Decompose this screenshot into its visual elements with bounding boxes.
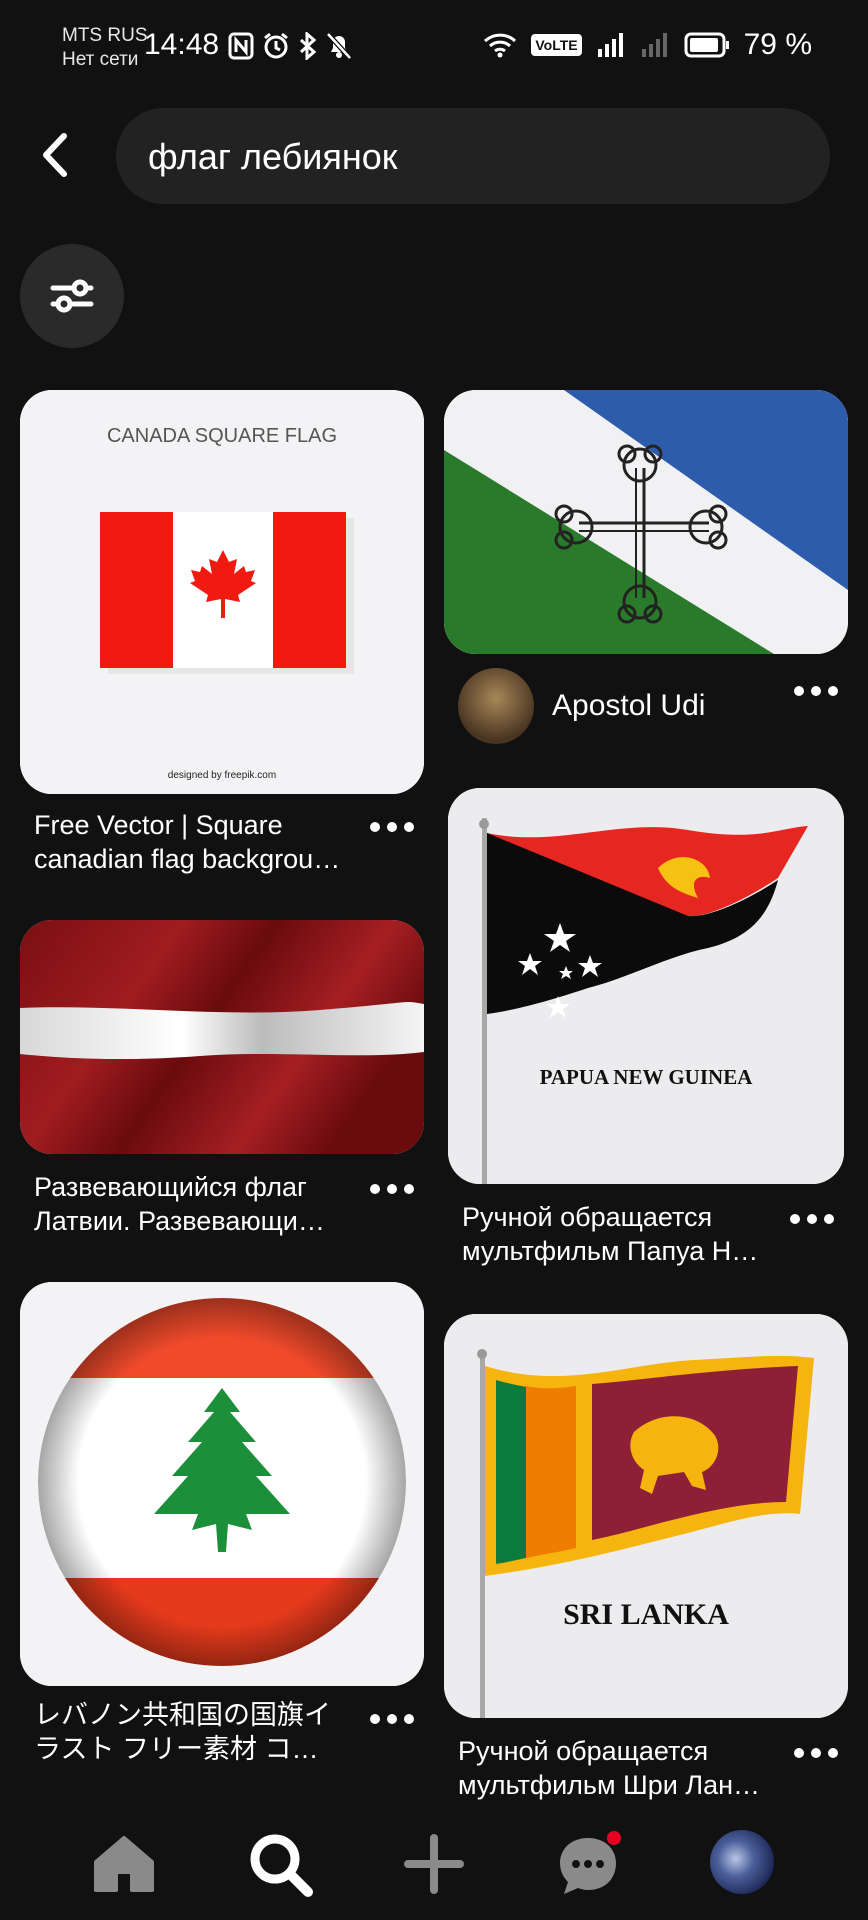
more-options-icon[interactable] [370,1182,414,1196]
search-icon[interactable] [244,1828,316,1900]
more-options-icon[interactable] [794,1746,838,1760]
sliders-icon [50,279,94,313]
more-options-icon[interactable] [790,1212,834,1226]
pin-sri-lanka-flag[interactable]: SRI LANKA [444,1314,848,1718]
pin-image: SRI LANKA [444,1314,848,1718]
more-options-icon[interactable] [370,1712,414,1726]
pin-title[interactable]: Free Vector | Square canadian flag backg… [34,808,374,876]
pin-png-flag[interactable]: PAPUA NEW GUINEA [448,788,844,1184]
battery-icon [684,32,729,58]
back-arrow-icon[interactable] [36,130,76,180]
carrier-name: MTS RUS [62,25,148,46]
home-icon[interactable] [88,1828,160,1900]
search-input[interactable] [146,108,790,206]
image-heading: PAPUA NEW GUINEA [540,1065,754,1089]
image-heading: CANADA SQUARE FLAG [107,425,337,447]
image-credit: designed by freepik.com [168,770,276,781]
pin-image [20,920,424,1154]
notification-dot [607,1831,621,1845]
image-heading: SRI LANKA [563,1598,729,1631]
signal-icon [597,33,623,57]
author-avatar [458,668,534,744]
volte-badge: VoLTE [531,34,582,56]
battery-percent: 79 % [743,28,812,61]
bottom-navigation [0,1808,868,1920]
mute-bell-icon [326,32,352,60]
status-bar: MTS RUS Нет сети 14:48 VoLTE 79 % [0,0,868,100]
status-icons-right: VoLTE 79 % [483,28,812,62]
pin-latvia-flag[interactable] [20,920,424,1154]
filter-button[interactable] [20,244,124,348]
pin-image: CANADA SQUARE FLAG designed by freepik.c… [20,390,424,794]
pin-image [20,1282,424,1686]
messages-icon[interactable] [552,1828,624,1900]
pin-title[interactable]: レバノン共和国の国旗イ ラスト フリー素材 コ… [34,1698,374,1766]
more-options-icon[interactable] [794,684,838,698]
more-options-icon[interactable] [370,820,414,834]
pin-title[interactable]: Ручной обращается мультфильм Шри Лан… [458,1734,798,1802]
author-name: Apostol Udi [552,689,706,722]
pin-lebanon-flag[interactable] [20,1282,424,1686]
status-icons-left [228,32,352,60]
pin-canada-flag[interactable]: CANADA SQUARE FLAG designed by freepik.c… [20,390,424,794]
nfc-icon [228,32,254,60]
pin-title[interactable]: Развевающийся флаг Латвии. Развевающи… [34,1170,374,1238]
pin-image [444,390,848,654]
pin-author[interactable]: Apostol Udi [458,668,705,744]
profile-avatar[interactable] [710,1830,774,1894]
alarm-icon [264,32,288,59]
signal-2-icon [641,33,667,57]
wifi-icon [484,33,517,58]
network-status: Нет сети [62,49,139,70]
bluetooth-icon [299,32,317,60]
clock: 14:48 [144,28,220,61]
pin-title[interactable]: Ручной обращается мультфильм Папуа Н… [462,1200,802,1268]
search-bar[interactable] [116,108,830,206]
pin-image: PAPUA NEW GUINEA [448,788,844,1184]
plus-icon[interactable] [398,1828,470,1900]
carrier-info: MTS RUS Нет сети [62,24,148,72]
pin-cross-flag[interactable] [444,390,848,654]
